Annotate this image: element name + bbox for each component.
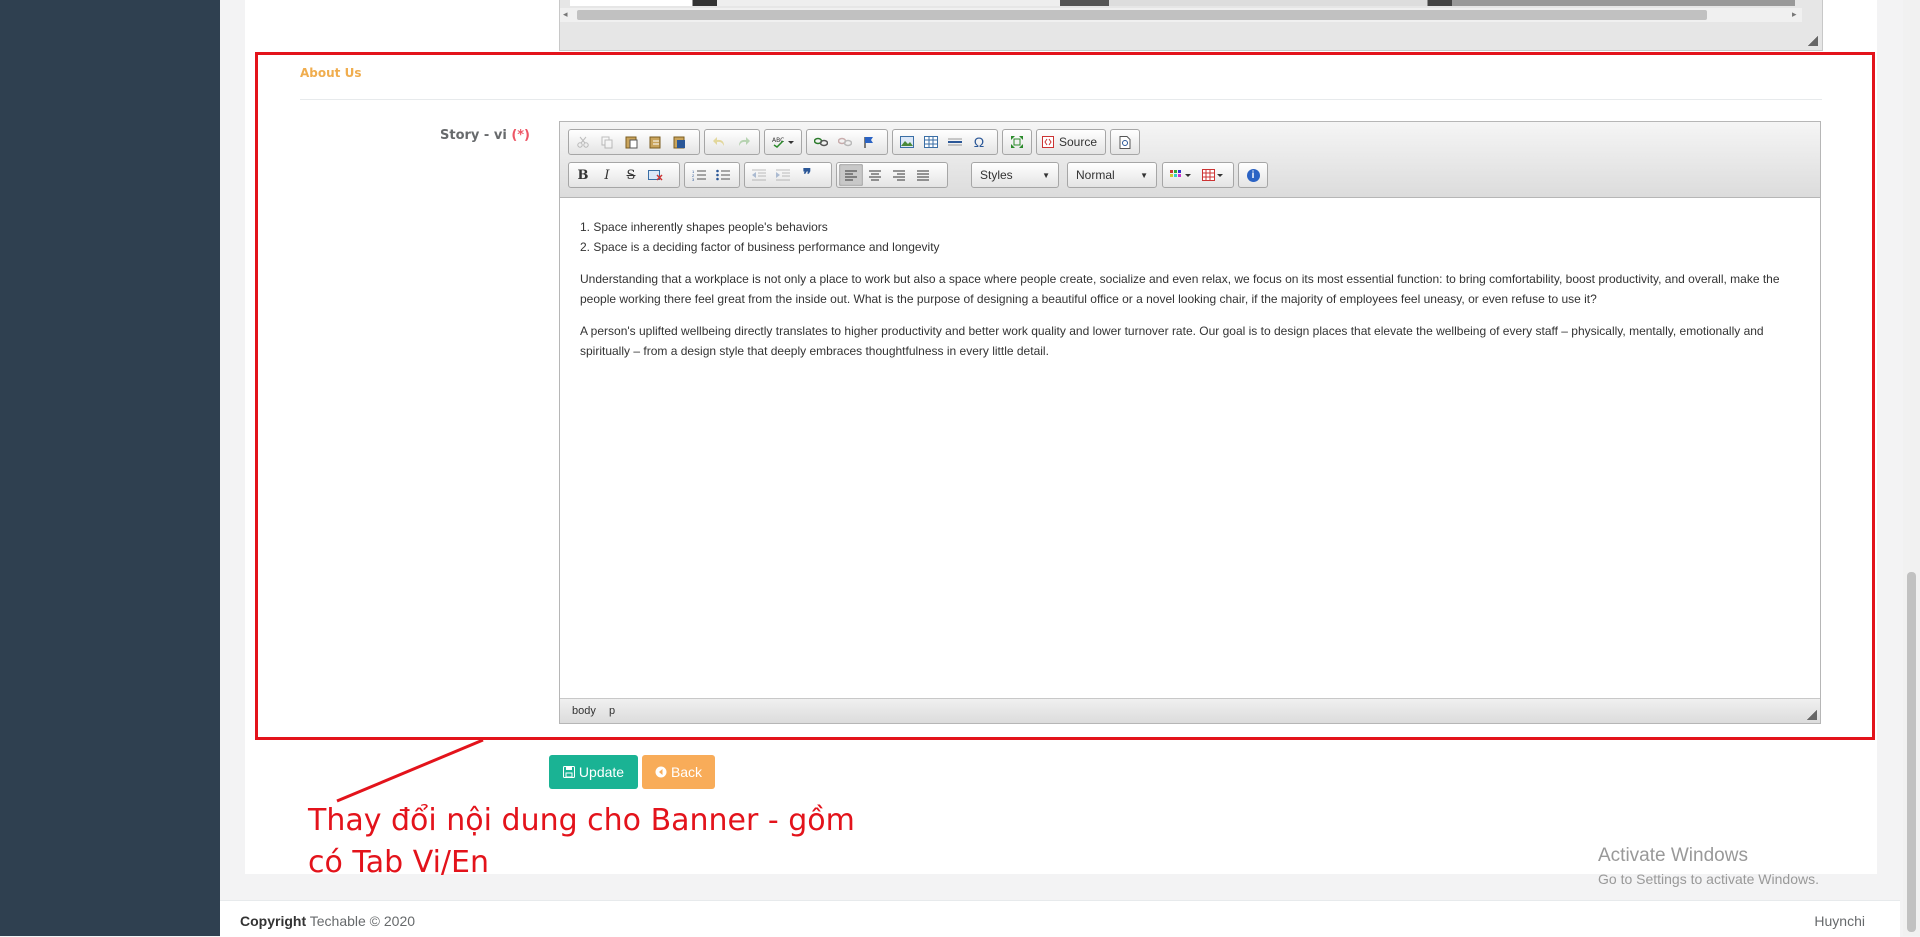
footer-copyright: Copyright Techable © 2020 — [240, 913, 415, 929]
back-circle-icon — [655, 766, 667, 778]
scroll-left-arrow[interactable]: ◂ — [563, 9, 568, 20]
annotation-highlight-box — [255, 52, 1875, 740]
footer-user: Huynchi — [1814, 913, 1865, 929]
copyright-label: Copyright — [240, 913, 307, 929]
copyright-text: Techable © 2020 — [309, 913, 416, 929]
update-button[interactable]: Update — [549, 755, 638, 789]
back-label: Back — [670, 764, 703, 780]
annotation-line-1: Thay đổi nội dung cho Banner - gồm — [308, 803, 855, 838]
sidebar — [0, 0, 220, 936]
page-footer: Copyright Techable © 2020 Huynchi — [220, 900, 1900, 937]
back-button[interactable]: Back — [642, 755, 715, 789]
previous-editor-image-strip — [570, 0, 1795, 6]
annotation-note: Thay đổi nội dung cho Banner - gồm có Ta… — [308, 800, 908, 884]
scroll-right-arrow[interactable]: ▸ — [1792, 9, 1797, 20]
watermark-subtitle: Go to Settings to activate Windows. — [1598, 871, 1819, 887]
previous-editor-hscroll-thumb[interactable] — [577, 10, 1707, 20]
save-icon — [562, 766, 575, 778]
annotation-line-2: có Tab Vi/En — [308, 845, 489, 880]
page-scroll-thumb[interactable] — [1907, 572, 1916, 932]
previous-editor-resize-grip[interactable] — [1808, 36, 1818, 46]
windows-activation-watermark: Activate Windows Go to Settings to activ… — [1598, 845, 1819, 887]
update-label: Update — [578, 764, 625, 780]
watermark-title: Activate Windows — [1598, 845, 1748, 866]
